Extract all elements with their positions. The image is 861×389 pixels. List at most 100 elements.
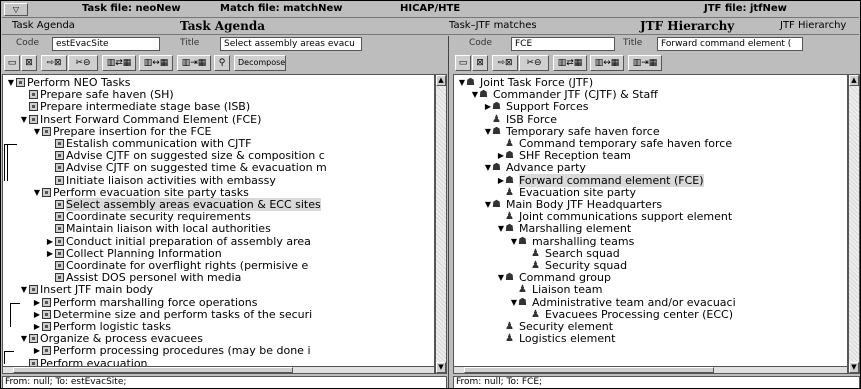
jtf-tree-node[interactable]: ▶☗ Forward command element (FCE) — [497, 173, 704, 187]
title-field[interactable]: Select assembly areas evacu — [220, 37, 362, 51]
jtf-tree-node[interactable]: ▼☗ Temporary safe haven force — [484, 125, 660, 138]
jtf-scroll-up-arrow[interactable]: ▲ — [849, 75, 859, 86]
expanded-toggle-icon[interactable]: ▼ — [7, 77, 15, 89]
task-tree-node[interactable]: ▼ Insert JTF main body — [20, 284, 153, 296]
collapsed-toggle-icon[interactable]: ▶ — [46, 236, 54, 248]
expanded-toggle-icon[interactable]: ▼ — [497, 223, 505, 235]
jtf-tree-node[interactable]: ▶☗ SHF Reception team — [497, 150, 631, 162]
expanded-toggle-icon[interactable]: ▼ — [20, 114, 28, 126]
task-tree-node[interactable]: Select assembly areas evacuation & ECC s… — [46, 198, 321, 211]
task-tree-node[interactable]: Advise CJTF on suggested time & evacuati… — [46, 162, 327, 174]
jtf-code-field[interactable]: FCE — [511, 37, 615, 51]
decompose-button[interactable]: Decompose — [234, 55, 286, 71]
jtf-tree-node[interactable]: ♟ Security element — [497, 321, 613, 333]
jtf-cut-tool-button[interactable]: ✂⊖ — [519, 55, 549, 71]
task-tree-node[interactable]: ▼ Insert Forward Command Element (FCE) — [20, 113, 261, 126]
task-tree-node[interactable]: Coordinate security requirements — [46, 211, 251, 223]
jtf-tree-node[interactable]: ♟ Evacuation site party — [497, 186, 636, 199]
jtf-tree-node[interactable]: ♟ Search squad — [523, 247, 620, 260]
task-tree-node[interactable]: Assist DOS personel with media — [46, 272, 241, 284]
jtf-tree-node[interactable]: ▼☗ Joint Task Force (JTF) — [458, 77, 593, 89]
jtf-tree-node[interactable]: ▼☗ Main Body JTF Headquarters — [484, 199, 662, 211]
jtf-tree-node[interactable]: ♟ Command temporary safe haven force — [497, 138, 732, 150]
pin-button[interactable]: ⚲ — [214, 55, 230, 71]
expanded-toggle-icon[interactable]: ▼ — [20, 284, 28, 296]
jtf-vertical-scrollbar[interactable]: ▲ ▼ — [848, 74, 860, 374]
jtf-scroll-track[interactable] — [849, 86, 859, 362]
match-button[interactable]: ▥↔▦ — [139, 55, 173, 71]
expanded-toggle-icon[interactable]: ▼ — [458, 77, 466, 89]
jtf-tree-node[interactable]: ♟ Joint communications support element — [497, 211, 732, 223]
jtf-tree-node[interactable]: ▼☗ Marshalling element — [497, 223, 631, 235]
scroll-down-arrow[interactable]: ▼ — [436, 362, 446, 373]
expanded-toggle-icon[interactable]: ▼ — [510, 297, 518, 309]
task-tree-node[interactable]: ▼ Perform NEO Tasks — [7, 77, 131, 89]
collapsed-toggle-icon[interactable]: ▶ — [497, 175, 505, 187]
task-tree-node[interactable]: Initiate liaison activities with embassy — [46, 174, 276, 187]
jtf-match-up-button[interactable]: ▥⇄▦ — [553, 55, 587, 71]
panel-divider[interactable] — [448, 36, 449, 388]
expanded-toggle-icon[interactable]: ▼ — [471, 89, 479, 101]
jtf-scroll-down-arrow[interactable]: ▼ — [849, 362, 859, 373]
task-tree-node[interactable]: Coordinate for overflight rights (permis… — [46, 260, 308, 272]
task-tree-node[interactable]: Maintain liaison with local authorities — [46, 223, 271, 235]
task-tree-node[interactable]: Prepare safe haven (SH) — [20, 89, 174, 101]
expand-all-button[interactable]: ▭ — [4, 55, 20, 71]
jtf-tree-node[interactable]: ▼☗ Administrative team and/or evacuaci — [510, 296, 736, 309]
task-horizontal-scrollbar[interactable] — [2, 366, 435, 374]
expanded-toggle-icon[interactable]: ▼ — [33, 126, 41, 138]
jtf-tree-node[interactable]: ♟ Logistics element — [497, 333, 615, 345]
expanded-toggle-icon[interactable]: ▼ — [484, 126, 492, 138]
collapsed-toggle-icon[interactable]: ▶ — [497, 150, 505, 162]
jtf-unmatch-button[interactable]: ▥⇥▦ — [628, 55, 662, 71]
collapsed-toggle-icon[interactable]: ▶ — [33, 309, 41, 321]
collapsed-toggle-icon[interactable]: ▶ — [33, 297, 41, 309]
collapsed-toggle-icon[interactable]: ▶ — [33, 321, 41, 333]
window-menu-button[interactable]: ▽ — [4, 3, 28, 16]
jtf-match-button[interactable]: ▥↔▦ — [590, 55, 624, 71]
task-tree-node[interactable]: ▶ Perform marshalling force operations — [33, 296, 258, 309]
task-tree-node[interactable]: ▶ Conduct initial preparation of assembly… — [46, 235, 311, 248]
jtf-tree-node[interactable]: ♟ Liaison team — [510, 284, 602, 296]
task-tree-node[interactable]: ▶ Perform processing procedures (may be d… — [33, 345, 311, 357]
jtf-tree-node[interactable]: ▶☗ Support Forces — [484, 101, 589, 113]
jtf-arrow-tool-button[interactable]: ⇨⊠ — [492, 55, 518, 71]
jtf-tree-node[interactable]: ▼☗ Advance party — [484, 162, 586, 174]
jtf-horizontal-scrollbar[interactable] — [453, 366, 848, 374]
expanded-toggle-icon[interactable]: ▼ — [484, 199, 492, 211]
arrow-tool-button[interactable]: ⇨⊠ — [41, 55, 67, 71]
expanded-toggle-icon[interactable]: ▼ — [20, 333, 28, 345]
code-field[interactable]: estEvacSite — [52, 37, 160, 51]
collapsed-toggle-icon[interactable]: ▶ — [46, 248, 54, 260]
task-tree-node[interactable]: ▼ Organize & process evacuees — [20, 333, 203, 345]
unmatch-button[interactable]: ▥⇥▦ — [177, 55, 211, 71]
cut-tool-button[interactable]: ✂⊖ — [68, 55, 98, 71]
jtf-tree-node[interactable]: ▼☗ Command group — [497, 272, 611, 284]
horizontal-scroll-thumb[interactable] — [13, 367, 293, 373]
collapsed-toggle-icon[interactable]: ▶ — [33, 345, 41, 357]
jtf-tree-node[interactable]: ♟ Security squad — [523, 260, 627, 272]
task-tree-node[interactable]: ▶ Perform logistic tasks — [33, 321, 171, 333]
match-up-button[interactable]: ▥⇄▦ — [102, 55, 136, 71]
task-vertical-scrollbar[interactable]: ▲ ▼ — [435, 74, 447, 374]
collapse-all-button[interactable]: ⊠ — [21, 55, 37, 71]
task-tree-node[interactable]: Advise CJTF on suggested size & composit… — [46, 150, 325, 162]
expanded-toggle-icon[interactable]: ▼ — [510, 236, 518, 248]
collapsed-toggle-icon[interactable]: ▶ — [484, 101, 492, 113]
jtf-tree-node[interactable]: ♟ ISB Force — [484, 113, 557, 126]
expanded-toggle-icon[interactable]: ▼ — [484, 162, 492, 174]
jtf-tree-node[interactable]: ▼☗ Commander JTF (CJTF) & Staff — [471, 89, 658, 101]
jtf-tree-node[interactable]: ♟ Evacuees Processing center (ECC) — [523, 308, 733, 321]
task-tree-node[interactable]: ▼ Prepare insertion for the FCE — [33, 125, 212, 138]
expanded-toggle-icon[interactable]: ▼ — [33, 187, 41, 199]
jtf-tree-node[interactable]: ▼☗ marshalling teams — [510, 235, 634, 248]
jtf-collapse-all-button[interactable]: ⊠ — [472, 55, 488, 71]
task-tree-node[interactable]: ▼ Perform evacuation site party tasks — [33, 186, 249, 199]
task-tree-node[interactable]: ▶ Collect Planning Information — [46, 247, 222, 260]
task-tree-node[interactable]: Estalish communication with CJTF — [46, 138, 251, 150]
jtf-horizontal-scroll-thumb[interactable] — [464, 367, 714, 373]
task-tree-node[interactable]: Prepare intermediate stage base (ISB) — [20, 101, 250, 113]
task-tree-node[interactable]: ▶ Determine size and perform tasks of the… — [33, 308, 312, 321]
expanded-toggle-icon[interactable]: ▼ — [497, 272, 505, 284]
jtf-title-field[interactable]: Forward command element ( — [657, 37, 803, 51]
